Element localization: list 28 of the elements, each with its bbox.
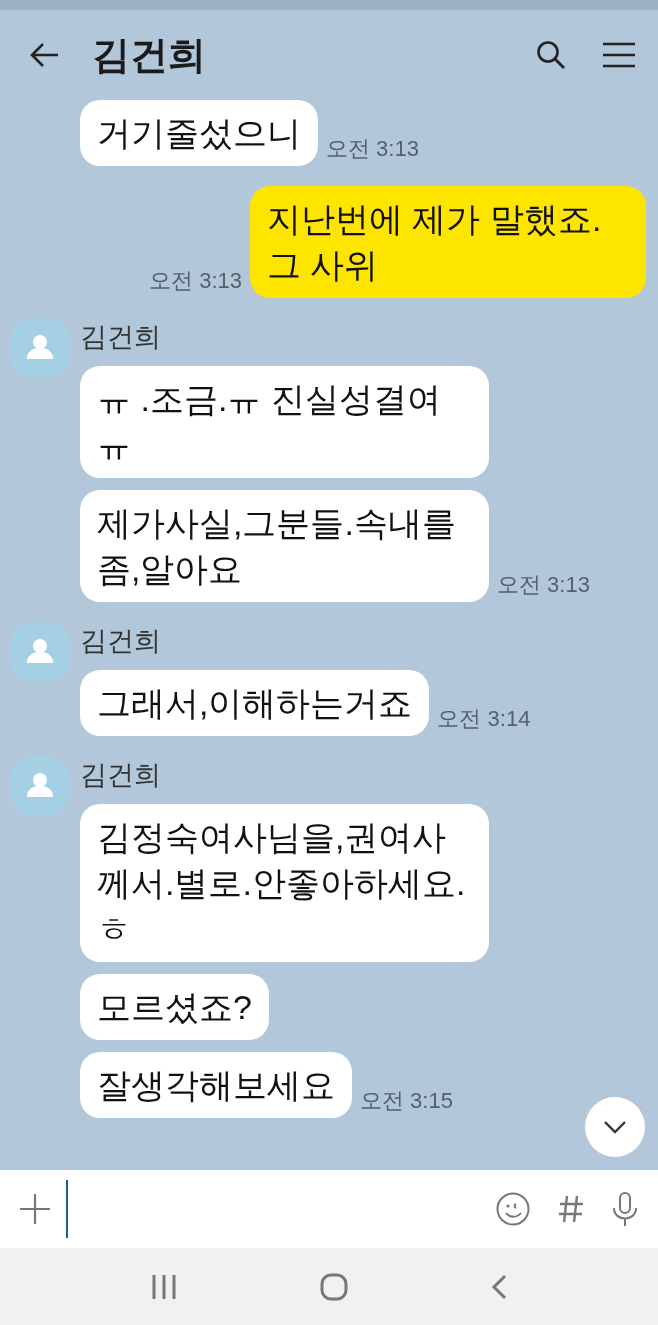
message-time: 오전 3:13 xyxy=(326,135,419,163)
chat-title: 김건희 xyxy=(92,32,207,78)
sender-name: 김건희 xyxy=(80,626,161,656)
message-bubble: 잘생각해보세요 xyxy=(80,1052,352,1118)
message-bubble: 그래서,이해하는거죠 xyxy=(80,670,430,736)
plus-icon[interactable] xyxy=(20,1194,50,1224)
sender-name: 김건희 xyxy=(80,322,161,352)
back-arrow-icon[interactable] xyxy=(30,42,60,68)
message-time: 오전 3:13 xyxy=(149,267,242,295)
emoji-icon[interactable] xyxy=(496,1192,530,1226)
sender-name: 김건희 xyxy=(80,760,161,790)
recent-apps-icon[interactable] xyxy=(151,1273,178,1300)
message-bubble: 지난번에 제가 말했죠. 그 사위 xyxy=(250,186,646,298)
microphone-icon[interactable] xyxy=(612,1192,638,1226)
search-icon[interactable] xyxy=(536,40,566,70)
home-icon[interactable] xyxy=(320,1272,348,1301)
message-bubble: 제가사실,그분들.속내를 좀,알아요 xyxy=(80,490,489,602)
back-icon[interactable] xyxy=(490,1273,507,1300)
menu-icon[interactable] xyxy=(602,42,636,68)
message-bubble: 김정숙여사님을,권여사께서.별로.안좋아하세요.ㅎ xyxy=(80,804,489,962)
message-time: 오전 3:15 xyxy=(360,1087,453,1115)
chevron-down-icon xyxy=(603,1120,627,1134)
hash-icon[interactable] xyxy=(558,1194,584,1224)
message-time: 오전 3:13 xyxy=(497,571,590,599)
message-bubble: ㅠ .조금.ㅠ 진실성결여 ㅠ xyxy=(80,366,489,478)
message-bubble: 거기줄섰으니 xyxy=(80,100,318,166)
message-bubble: 모르셨죠? xyxy=(80,974,269,1040)
message-time: 오전 3:14 xyxy=(437,705,531,733)
